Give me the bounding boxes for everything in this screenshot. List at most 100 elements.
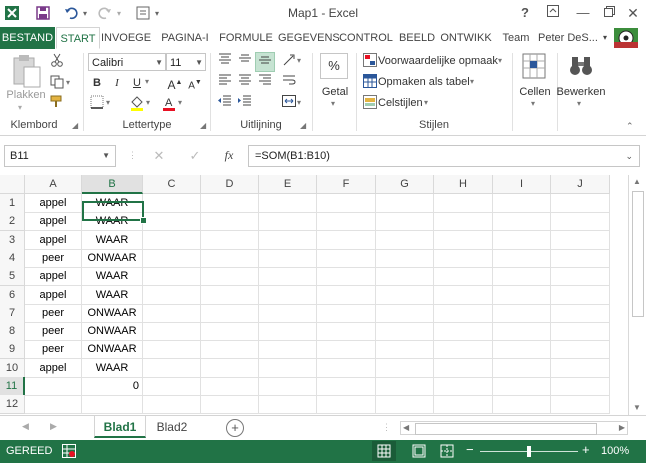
cells-dropdown-icon[interactable]: ▾ <box>531 99 535 108</box>
cell-c11[interactable] <box>143 377 201 396</box>
cell-b7[interactable]: ONWAAR <box>82 303 143 323</box>
align-center-icon[interactable] <box>236 74 254 92</box>
cell-i7[interactable] <box>493 303 551 323</box>
orientation-dropdown-icon[interactable]: ▾ <box>297 56 301 65</box>
cell-g8[interactable] <box>376 322 434 342</box>
cell-i1[interactable] <box>493 194 551 213</box>
row-header[interactable]: 12 <box>0 395 25 415</box>
column-header-a[interactable]: A <box>25 175 82 194</box>
cell-e4[interactable] <box>259 248 317 268</box>
cut-icon[interactable] <box>48 53 66 71</box>
cell-g9[interactable] <box>376 340 434 360</box>
column-header-e[interactable]: E <box>259 175 317 194</box>
column-header-j[interactable]: J <box>551 175 610 194</box>
underline-button[interactable]: U <box>128 74 146 92</box>
column-header-i[interactable]: I <box>493 175 551 194</box>
cell-b11[interactable]: 0 <box>82 377 143 396</box>
clipboard-paste-icon[interactable] <box>10 53 42 91</box>
tab-view[interactable]: BEELD <box>396 27 438 49</box>
cell-j10[interactable] <box>551 358 610 378</box>
paste-button[interactable]: Plakken <box>6 89 46 101</box>
cell-i8[interactable] <box>493 322 551 342</box>
cell-i9[interactable] <box>493 340 551 360</box>
format-as-table-icon[interactable] <box>361 74 379 92</box>
cell-j9[interactable] <box>551 340 610 360</box>
cell-d3[interactable] <box>201 230 259 250</box>
row-header[interactable]: 6 <box>0 285 25 305</box>
cell-f7[interactable] <box>317 303 376 323</box>
zoom-level[interactable]: 100% <box>601 445 629 457</box>
cell-g2[interactable] <box>376 212 434 232</box>
row-header[interactable]: 5 <box>0 267 25 287</box>
font-launcher-icon[interactable]: ◢ <box>200 121 206 130</box>
tab-team[interactable]: Team <box>498 27 534 49</box>
cell-i11[interactable] <box>493 377 551 396</box>
scroll-left-icon[interactable]: ◀ <box>403 423 409 432</box>
cell-d6[interactable] <box>201 285 259 305</box>
cell-e6[interactable] <box>259 285 317 305</box>
enter-icon[interactable]: ✓ <box>186 148 204 164</box>
cell-f9[interactable] <box>317 340 376 360</box>
ribbon-display-options-button[interactable] <box>542 3 564 23</box>
vertical-scrollbar[interactable]: ▲ ▼ <box>628 175 646 415</box>
alignment-launcher-icon[interactable]: ◢ <box>300 121 306 130</box>
cell-h4[interactable] <box>434 248 493 268</box>
row-header[interactable]: 4 <box>0 248 25 268</box>
cell-c8[interactable] <box>143 322 201 342</box>
tab-start[interactable]: START <box>56 27 100 49</box>
align-right-icon[interactable] <box>256 74 274 92</box>
cell-j4[interactable] <box>551 248 610 268</box>
align-middle-icon[interactable] <box>236 53 254 71</box>
cancel-icon[interactable]: ✕ <box>150 148 168 164</box>
row-header[interactable]: 3 <box>0 230 25 250</box>
cell-b5[interactable]: WAAR <box>82 267 143 287</box>
fill-color-icon[interactable] <box>128 95 146 113</box>
tab-formulas[interactable]: FORMULE <box>218 27 274 49</box>
cell-a1[interactable]: appel <box>25 194 82 213</box>
copy-dropdown-icon[interactable]: ▾ <box>66 78 70 87</box>
cell-e1[interactable] <box>259 194 317 213</box>
cell-c1[interactable] <box>143 194 201 213</box>
format-as-table-button[interactable]: Opmaken als tabel <box>378 76 470 88</box>
table-dropdown-icon[interactable]: ▾ <box>470 77 474 86</box>
horizontal-scrollbar[interactable]: ◀ ▶ <box>400 421 628 435</box>
insert-function-button[interactable]: fx <box>218 148 240 164</box>
row-header[interactable]: 1 <box>0 194 25 213</box>
cell-a9[interactable]: peer <box>25 340 82 360</box>
close-button[interactable]: ✕ <box>622 3 644 23</box>
cell-i6[interactable] <box>493 285 551 305</box>
cell-c2[interactable] <box>143 212 201 232</box>
user-name[interactable]: Peter DeS... <box>538 27 600 49</box>
clipboard-launcher-icon[interactable]: ◢ <box>72 121 78 130</box>
page-layout-view-icon[interactable] <box>412 444 426 458</box>
font-name-combo[interactable]: Calibri ▼ <box>88 53 166 71</box>
column-header-g[interactable]: G <box>376 175 434 194</box>
cell-h7[interactable] <box>434 303 493 323</box>
cell-i4[interactable] <box>493 248 551 268</box>
cell-i12[interactable] <box>493 395 551 415</box>
zoom-slider-thumb[interactable] <box>527 446 531 457</box>
cell-j2[interactable] <box>551 212 610 232</box>
align-left-icon[interactable] <box>216 74 234 92</box>
cell-a7[interactable]: peer <box>25 303 82 323</box>
conditional-dropdown-icon[interactable]: ▾ <box>498 56 502 65</box>
cell-e5[interactable] <box>259 267 317 287</box>
column-header-c[interactable]: C <box>143 175 201 194</box>
row-header[interactable]: 10 <box>0 358 25 378</box>
cell-f1[interactable] <box>317 194 376 213</box>
cell-g1[interactable] <box>376 194 434 213</box>
cell-styles-button[interactable]: Celstijlen <box>378 97 423 109</box>
cell-styles-icon[interactable] <box>361 95 379 113</box>
page-break-view-icon[interactable] <box>440 444 454 458</box>
borders-icon[interactable] <box>88 95 106 113</box>
merge-center-icon[interactable] <box>280 95 298 113</box>
column-header-d[interactable]: D <box>201 175 259 194</box>
cell-h6[interactable] <box>434 285 493 305</box>
cell-h5[interactable] <box>434 267 493 287</box>
cell-e2[interactable] <box>259 212 317 232</box>
cell-a12[interactable] <box>25 395 82 415</box>
cell-d8[interactable] <box>201 322 259 342</box>
minimize-button[interactable]: — <box>572 3 594 23</box>
paste-dropdown-icon[interactable]: ▾ <box>18 103 22 112</box>
conditional-formatting-button[interactable]: Voorwaardelijke opmaak <box>378 55 498 67</box>
